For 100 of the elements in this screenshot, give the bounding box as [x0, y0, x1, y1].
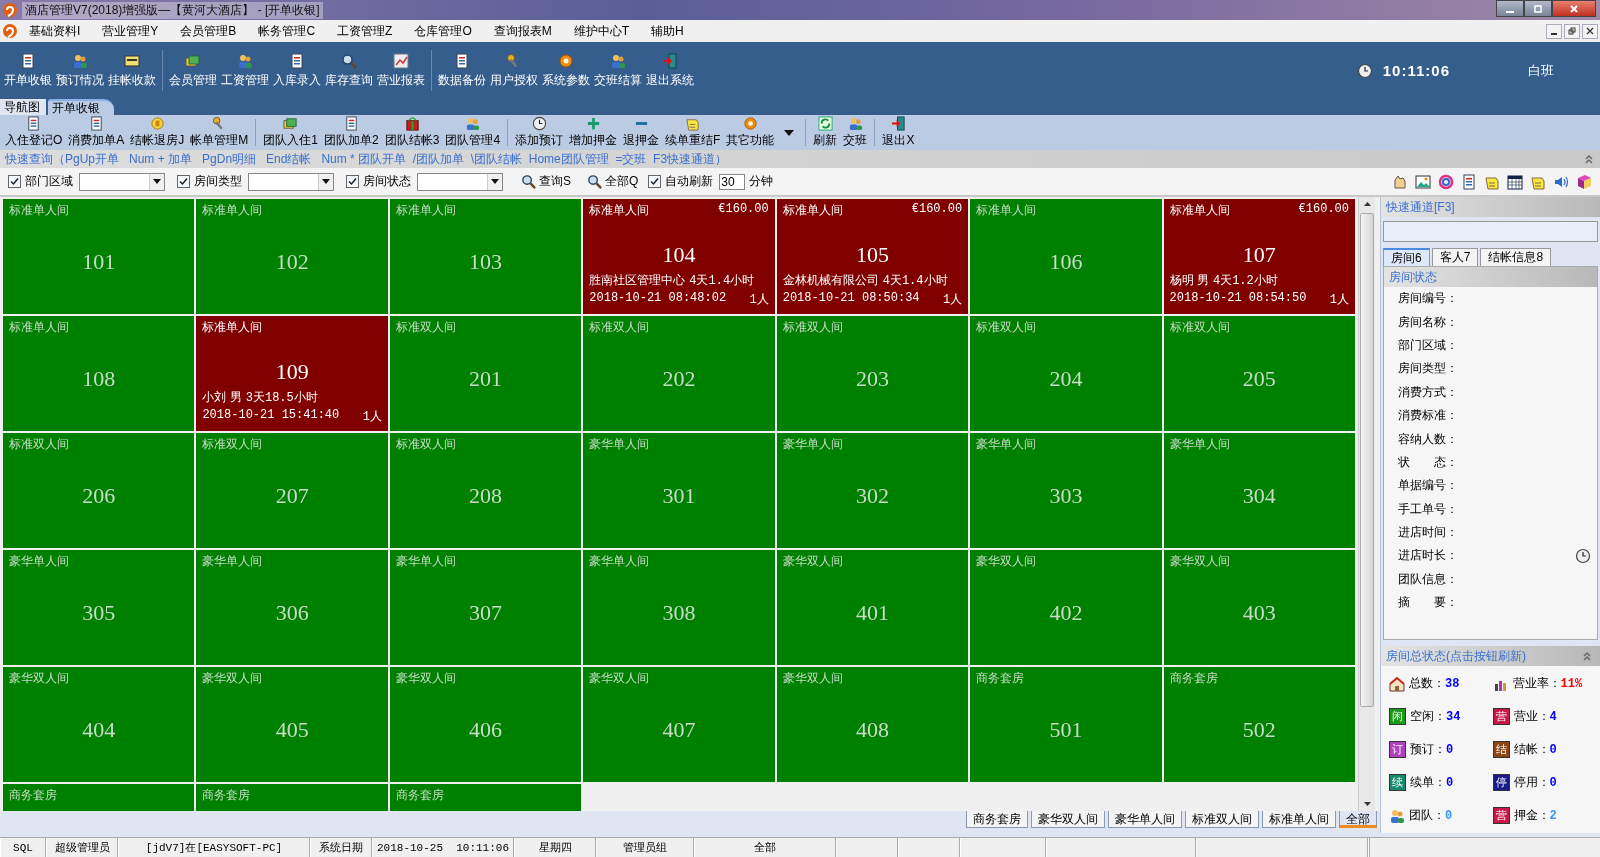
checkbox[interactable] — [177, 175, 190, 188]
room-tile[interactable]: 豪华双人间 401 — [776, 550, 969, 665]
up-arrow-icon[interactable] — [1363, 202, 1371, 206]
room-tile[interactable]: 标准双人间 206 — [3, 433, 195, 548]
toolbar-button[interactable]: 用户授权 — [488, 48, 540, 93]
collapse-icon[interactable] — [1582, 651, 1592, 661]
room-tile[interactable]: 豪华单人间 302 — [776, 433, 969, 548]
menu-item[interactable]: 工资管理Z — [326, 22, 404, 40]
checkbox[interactable] — [648, 175, 662, 188]
room-tile[interactable]: 标准单人间 106 — [970, 199, 1162, 314]
tab[interactable]: 开单收银 — [48, 99, 114, 115]
room-tile[interactable]: 商务套房 — [3, 784, 195, 811]
room-type-tab[interactable]: 标准单人间 — [1262, 811, 1336, 828]
menu-item[interactable]: 仓库管理O — [403, 22, 483, 40]
room-tile[interactable]: 标准双人间 204 — [970, 316, 1162, 431]
query-button[interactable]: 查询S — [515, 173, 577, 190]
room-tile[interactable]: 标准双人间 205 — [1163, 316, 1355, 431]
toolbar-button[interactable]: 其它功能 — [723, 116, 778, 149]
room-tile[interactable]: 豪华单人间 308 — [583, 550, 775, 665]
toolbar-button[interactable]: 交班结算 — [592, 48, 644, 93]
room-tile[interactable]: 商务套房 — [196, 784, 388, 811]
room-tile[interactable]: 豪华单人间 303 — [970, 433, 1162, 548]
toolbar-button[interactable]: 预订情况 — [54, 48, 106, 93]
toolbar-button[interactable]: 结帐退房J — [127, 116, 188, 149]
room-tile[interactable]: 豪华单人间 301 — [583, 433, 775, 548]
room-tile[interactable]: 商务套房 501 — [970, 667, 1162, 782]
toolbar-button[interactable]: 营业报表 — [375, 48, 427, 93]
room-tile[interactable]: 豪华单人间 307 — [389, 550, 582, 665]
room-tile[interactable]: 豪华双人间 402 — [970, 550, 1162, 665]
room-tile[interactable]: 标准单人间 €160.00 107 杨明 男 4天1.2小时 2018-10-21 08:54:50 1人 — [1163, 199, 1355, 314]
toolbar-button[interactable]: 库存查询 — [323, 48, 375, 93]
minimize-button[interactable] — [1546, 23, 1562, 39]
menu-item[interactable]: 会员管理B — [169, 22, 248, 40]
maximize-button[interactable] — [1524, 0, 1552, 17]
room-tile[interactable]: 标准双人间 203 — [776, 316, 969, 431]
room-tile[interactable]: 标准双人间 201 — [389, 316, 582, 431]
room-type-tab[interactable]: 全部 — [1339, 811, 1377, 828]
toolbar-button[interactable]: 入住登记O — [2, 116, 66, 149]
room-type-tab[interactable]: 豪华双人间 — [1031, 811, 1105, 828]
interval-field[interactable]: 30 — [719, 173, 746, 190]
quick-channel-field[interactable] — [1383, 221, 1598, 242]
minimize-button[interactable] — [1496, 0, 1524, 17]
toolbar-button[interactable]: 帐单管理M — [187, 116, 252, 149]
toolbar-button[interactable]: 增加押金 — [566, 116, 621, 149]
room-tile[interactable]: 标准单人间 101 — [3, 199, 195, 314]
toolbar-button[interactable]: 数据备份 — [436, 48, 488, 93]
toolbar-button[interactable]: 挂帐收款 — [106, 48, 158, 93]
toolbar-button[interactable]: 添加预订 — [512, 116, 567, 149]
toolbar-button[interactable]: 系统参数 — [540, 48, 592, 93]
room-type-tab[interactable]: 商务套房 — [966, 811, 1028, 828]
room-tile[interactable]: 豪华双人间 404 — [3, 667, 195, 782]
room-tile[interactable]: 豪华单人间 306 — [196, 550, 388, 665]
toolbar-button[interactable]: 会员管理 — [167, 48, 219, 93]
toolbar-button[interactable]: 团队管理4 — [442, 116, 504, 149]
toolbar-button[interactable]: 开单收银 — [2, 48, 54, 93]
menu-item[interactable]: 帐务管理C — [247, 22, 327, 40]
room-tile[interactable]: 豪华单人间 305 — [3, 550, 195, 665]
toolbar-button[interactable]: 入库录入 — [271, 48, 323, 93]
room-tile[interactable]: 商务套房 — [389, 784, 582, 811]
room-tile[interactable]: 豪华双人间 407 — [583, 667, 775, 782]
room-type-tab[interactable]: 标准双人间 — [1185, 811, 1259, 828]
room-tile[interactable]: 豪华双人间 406 — [389, 667, 582, 782]
toolbar-button[interactable]: 团队结帐3 — [381, 116, 443, 149]
room-tile[interactable]: 标准单人间 €160.00 104 胜南社区管理中心 4天1.4小时 2018-10-21 08:48:02 1人 — [583, 199, 775, 314]
down-arrow-icon[interactable] — [1363, 802, 1371, 806]
room-tile[interactable]: 豪华双人间 403 — [1163, 550, 1355, 665]
dropdown-field[interactable] — [417, 172, 503, 191]
room-tile[interactable]: 标准单人间 103 — [389, 199, 582, 314]
toolbar-button[interactable]: 退出系统 — [644, 48, 696, 93]
tab[interactable]: 导航图 — [0, 99, 46, 115]
toolbar-button[interactable]: 退押金 — [620, 116, 663, 149]
toolbar-button[interactable]: 续单重结F — [662, 116, 724, 149]
dropdown-field[interactable] — [79, 172, 165, 191]
room-tile[interactable]: 标准双人间 208 — [389, 433, 582, 548]
menu-item[interactable]: 维护中心T — [562, 22, 641, 40]
toolbar-button[interactable]: 团队入住1 — [260, 116, 322, 149]
menu-item[interactable]: 基础资料I — [18, 22, 92, 40]
tab[interactable]: 结帐信息8 — [1480, 248, 1552, 266]
room-tile[interactable]: 标准单人间 €160.00 105 金林机械有限公司 4天1.4小时 2018-10-21 08:50:34 1人 — [776, 199, 969, 314]
room-type-tab[interactable]: 豪华单人间 — [1108, 811, 1182, 828]
query-button[interactable]: 全部Q — [581, 173, 645, 190]
tab[interactable]: 客人7 — [1431, 248, 1479, 266]
checkbox[interactable] — [346, 175, 359, 188]
room-tile[interactable]: 标准双人间 207 — [196, 433, 388, 548]
scrollbar[interactable] — [1358, 197, 1375, 811]
room-tile[interactable]: 豪华双人间 408 — [776, 667, 969, 782]
toolbar-button[interactable]: 消费加单A — [65, 116, 128, 149]
toolbar-button[interactable]: 退出X — [879, 116, 918, 149]
menu-item[interactable]: 辅助H — [640, 22, 695, 40]
menu-item[interactable]: 营业管理Y — [91, 22, 170, 40]
close-button[interactable] — [1552, 0, 1596, 17]
collapse-icon[interactable] — [1584, 154, 1594, 164]
room-tile[interactable]: 标准单人间 102 — [196, 199, 388, 314]
room-tile[interactable]: 标准双人间 202 — [583, 316, 775, 431]
checkbox[interactable] — [8, 175, 21, 188]
room-tile[interactable]: 标准单人间 108 — [3, 316, 195, 431]
tab[interactable]: 房间6 — [1383, 248, 1430, 266]
close-button[interactable] — [1582, 23, 1598, 39]
restore-button[interactable] — [1564, 23, 1580, 39]
toolbar-button[interactable]: 交班 — [840, 116, 871, 149]
